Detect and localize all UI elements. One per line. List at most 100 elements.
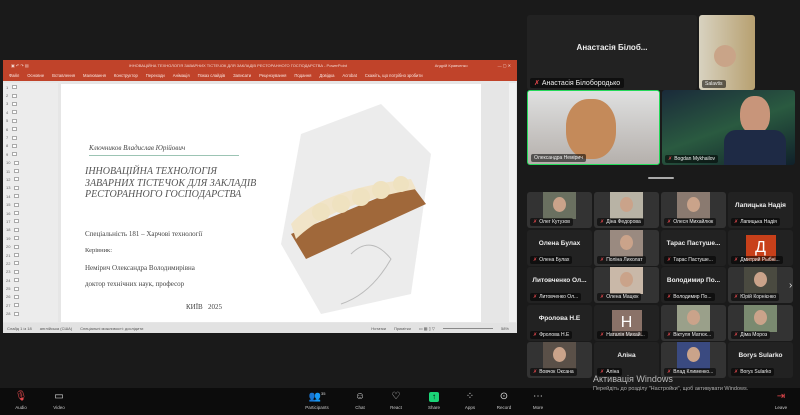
speaker-tile[interactable]: Salavtis: [699, 15, 755, 90]
participant-tile[interactable]: ✗ Поліна Лихолат: [594, 229, 659, 266]
participant-tile[interactable]: ✗ Вовчок Оксана: [527, 342, 592, 378]
apps-button[interactable]: ⁘ Apps: [455, 391, 485, 410]
participant-tile[interactable]: Фролова Н.Е ✗ Фролова Н.Е: [527, 304, 592, 341]
ribbon-search[interactable]: Скажіть, що потрібно зробити: [365, 73, 423, 78]
record-button[interactable]: ⊙ Record: [489, 391, 519, 410]
ribbon-tab[interactable]: Acrobat: [342, 73, 356, 78]
participant-tile[interactable]: Н ✗ Наталія Михай...: [594, 304, 659, 341]
slide-thumbnail[interactable]: 19: [3, 234, 58, 242]
ribbon-tab[interactable]: Конструктор: [114, 73, 138, 78]
slide-thumbnail[interactable]: 20: [3, 242, 58, 250]
slide-thumbnail[interactable]: 26: [3, 293, 58, 301]
ribbon-tab[interactable]: Основне: [27, 73, 44, 78]
slide-thumbnail[interactable]: 22: [3, 259, 58, 267]
comments-button[interactable]: Примітки: [394, 326, 411, 331]
ribbon-tab[interactable]: Подання: [294, 73, 311, 78]
slide-thumbnail[interactable]: 10: [3, 159, 58, 167]
participant-tile[interactable]: Олена Булах ✗ Олена Булах: [527, 229, 592, 266]
speaker-tile-active[interactable]: Олександра Немірич: [527, 90, 660, 165]
status-slide: Слайд 1 із 18: [7, 325, 32, 331]
slide-thumbnail[interactable]: 18: [3, 226, 58, 234]
slide-thumbnail[interactable]: 28: [3, 310, 58, 318]
ribbon-tab[interactable]: Переходи: [146, 73, 165, 78]
more-button[interactable]: ⋯ More: [523, 391, 553, 410]
leave-button[interactable]: ⇥ Leave: [766, 391, 796, 410]
slide-thumbnail[interactable]: 13: [3, 184, 58, 192]
react-button[interactable]: ♡ React: [381, 391, 411, 410]
participant-tile[interactable]: Д ✗ Дмитрий Рыбні...: [728, 229, 793, 266]
participant-tile[interactable]: ✗ Олег Кутузов: [527, 192, 592, 228]
mic-muted-icon: 🎙: [14, 391, 28, 402]
notes-button[interactable]: Нотатки: [371, 326, 386, 331]
window-controls[interactable]: — ▢ ✕: [498, 63, 511, 68]
view-buttons[interactable]: ▭ ▦ ▯ ▽: [419, 326, 435, 331]
ribbon-tab[interactable]: Довідка: [319, 73, 334, 78]
participant-tile[interactable]: Литовченко Ол... ✗ Литовченко Ол...: [527, 267, 592, 303]
participant-tile[interactable]: ✗ Олеся Михайлюк: [661, 192, 726, 228]
participant-display-name: Литовченко Ол...: [532, 277, 587, 284]
participant-tile[interactable]: ✗ Віктуля Матюх...: [661, 304, 726, 341]
slide-thumbnail[interactable]: 17: [3, 217, 58, 225]
slide-thumbnail[interactable]: 11: [3, 167, 58, 175]
slide-thumbnail[interactable]: 27: [3, 301, 58, 309]
slide-scrollbar[interactable]: [509, 83, 516, 322]
slide-thumbnail[interactable]: 7: [3, 133, 58, 141]
slide-thumbnail[interactable]: 5: [3, 117, 58, 125]
ribbon-tab[interactable]: Показ слайдів: [198, 73, 225, 78]
participant-tile[interactable]: Borys Sularko ✗ Borys Sularko: [728, 342, 793, 378]
record-icon: ⊙: [499, 391, 509, 402]
slide-canvas[interactable]: Ключников Владислав Юрійович ІННОВАЦІЙНА…: [61, 84, 481, 322]
participant-tile[interactable]: ✗ Олена Мацюк: [594, 267, 659, 303]
mic-muted-icon: ✗: [734, 219, 739, 225]
ribbon-tab[interactable]: Анімація: [173, 73, 190, 78]
slide-thumbnail[interactable]: 8: [3, 142, 58, 150]
slide-thumbnail[interactable]: 21: [3, 251, 58, 259]
participant-tile[interactable]: Володимир По... ✗ Володимир По...: [661, 267, 726, 303]
participant-tile[interactable]: Лапицька Надія ✗ Лапицька Надія: [728, 192, 793, 228]
ribbon-tab[interactable]: Вставлення: [52, 73, 75, 78]
slide-thumbnail[interactable]: 2: [3, 91, 58, 99]
participant-tile[interactable]: Тарас Пастуше... ✗ Тарас Пастуше...: [661, 229, 726, 266]
next-page-arrow[interactable]: ›: [789, 280, 792, 291]
ribbon-tab[interactable]: Малювання: [83, 73, 106, 78]
participant-tile[interactable]: Аліна ✗ Аліна: [594, 342, 659, 378]
slide-thumbnail[interactable]: 12: [3, 175, 58, 183]
ppt-user[interactable]: Андрій Кравченко: [435, 63, 468, 68]
slide-thumbnail[interactable]: 24: [3, 276, 58, 284]
slide-thumbnail[interactable]: 23: [3, 268, 58, 276]
quick-access-icons[interactable]: ▣ ↶ ↷ ▤: [11, 63, 51, 68]
slide-thumb-preview: [12, 93, 18, 98]
participant-tile[interactable]: ✗ Діма Мороз: [728, 304, 793, 341]
slide-thumbnail[interactable]: 14: [3, 192, 58, 200]
ribbon-tab[interactable]: Рецензування: [259, 73, 286, 78]
participant-name: ✗ Діма Мороз: [731, 330, 771, 339]
slide-thumbnail[interactable]: 25: [3, 284, 58, 292]
resize-handle[interactable]: [648, 177, 674, 179]
slide-thumb-preview: [14, 211, 20, 216]
slide-thumbnail-pane[interactable]: 1 2 3 4 5 6 7 8 9 10 11 12 13 14 15 16 17 18 19 20 21 22 23 24 2…: [3, 83, 58, 322]
share-button[interactable]: ↑ Share: [419, 391, 449, 410]
participant-tile[interactable]: ✗ Діна Федорова: [594, 192, 659, 228]
slide-thumbnail[interactable]: 16: [3, 209, 58, 217]
slide-thumbnail[interactable]: 1: [3, 83, 58, 91]
slide-thumbnail[interactable]: 3: [3, 100, 58, 108]
video-button[interactable]: ▭ Video: [44, 391, 74, 410]
chat-button[interactable]: ☺ Chat: [345, 391, 375, 410]
speaker-tile[interactable]: Анастасія Білоб... ✗ Анастасія Білобородь…: [527, 15, 697, 90]
speaker-tile[interactable]: ✗ Bogdan Mykhailov: [662, 90, 795, 165]
slide-thumbnail[interactable]: 4: [3, 108, 58, 116]
slide-thumbnail[interactable]: 15: [3, 200, 58, 208]
slide-thumb-preview: [14, 261, 20, 266]
slide-thumb-preview: [12, 101, 18, 106]
slide-thumbnail[interactable]: 6: [3, 125, 58, 133]
ribbon-tab[interactable]: Файл: [9, 73, 19, 78]
audio-button[interactable]: 🎙 Audio: [6, 391, 36, 410]
zoom-slider[interactable]: [442, 327, 493, 329]
status-accessibility[interactable]: Спеціальні можливості: дослідити: [80, 326, 143, 331]
zoom-level[interactable]: 58%: [501, 326, 509, 331]
participants-button[interactable]: 👥35 Participants: [302, 391, 332, 410]
participant-tile[interactable]: ✗ Юрій Корнієнко: [728, 267, 793, 303]
slide-thumbnail[interactable]: 9: [3, 150, 58, 158]
participant-tile[interactable]: ✗ Влад Клименко...: [661, 342, 726, 378]
ribbon-tab[interactable]: Записати: [233, 73, 251, 78]
